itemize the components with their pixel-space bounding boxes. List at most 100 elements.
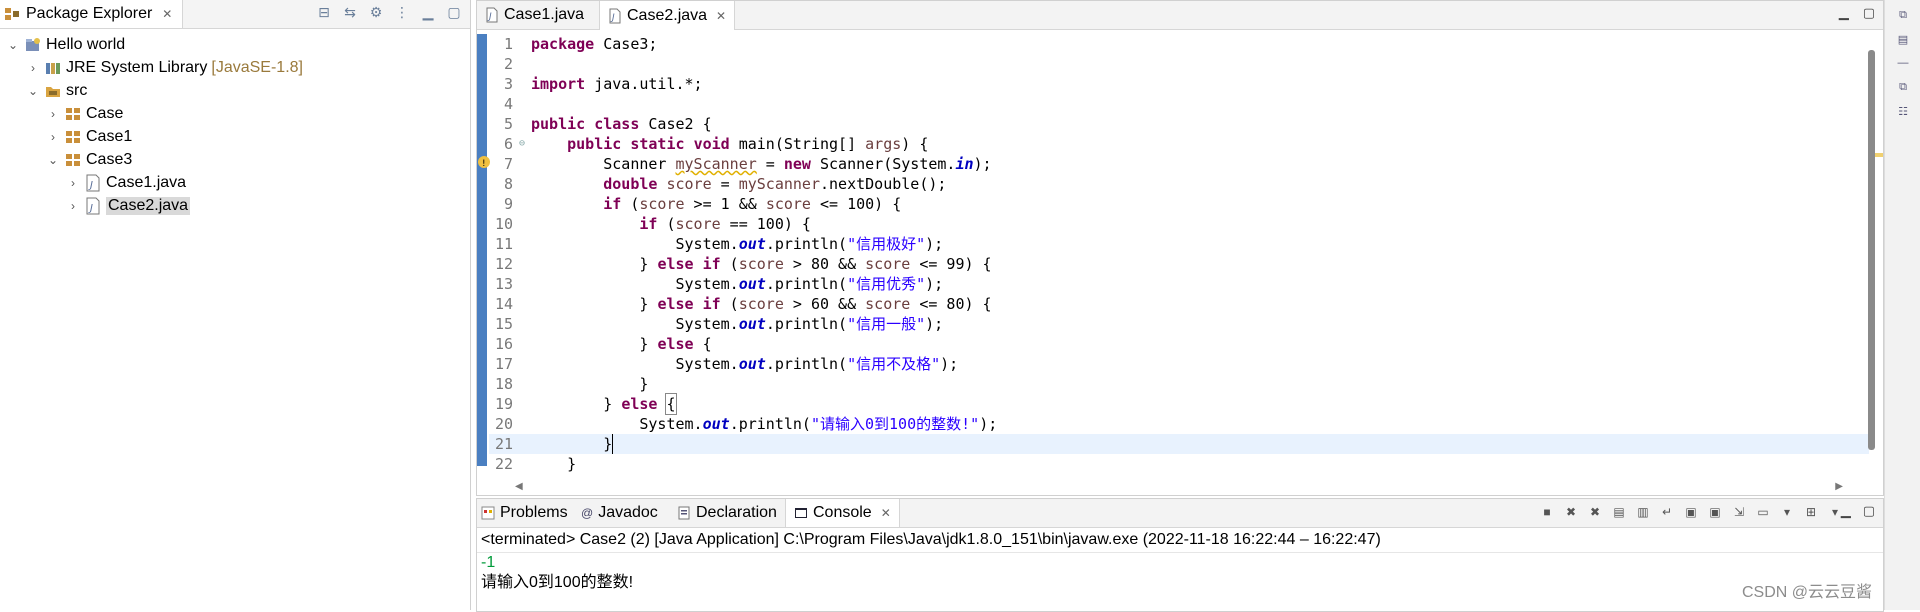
variable: score xyxy=(865,255,911,273)
display-console-icon[interactable]: ▭ xyxy=(1755,504,1771,520)
chevron-down-icon[interactable]: ⌄ xyxy=(6,38,20,52)
chevron-right-icon[interactable]: › xyxy=(66,199,80,213)
close-icon[interactable]: ✕ xyxy=(716,9,726,23)
view-toolbar: ⊟ ⇆ ⚙ ⋮ ▁ ▢ xyxy=(316,4,462,20)
close-icon[interactable]: ✕ xyxy=(881,506,891,520)
maximize-icon[interactable]: ▢ xyxy=(446,4,462,20)
code-text: System. xyxy=(675,315,739,333)
minimize-icon[interactable]: ▁ xyxy=(1841,503,1851,519)
code-text: } xyxy=(639,255,658,273)
line-number: 20 xyxy=(494,415,513,433)
tree-item-package-case[interactable]: › Case xyxy=(0,102,470,125)
tab-label: Case2.java xyxy=(627,6,708,24)
line-number: 15 xyxy=(494,315,513,333)
tab-label: Case1.java xyxy=(504,6,585,23)
tab-package-explorer[interactable]: Package Explorer ✕ xyxy=(0,0,184,28)
chevron-right-icon[interactable]: › xyxy=(26,61,40,75)
variable: myScanner xyxy=(738,175,820,193)
collapse-all-icon[interactable]: ⊟ xyxy=(316,4,332,20)
string-literal: "信用不及格" xyxy=(847,355,941,373)
tree-item-case1-java[interactable]: › J Case1.java xyxy=(0,171,470,194)
code-area[interactable]: ! 1 package Case3; 2 3 import java.util.*;… xyxy=(477,30,1883,495)
horizontal-scrollbar[interactable]: ◀ ▶ xyxy=(515,481,1843,495)
scroll-lock-icon[interactable]: ▥ xyxy=(1635,504,1651,520)
tree-item-jre-library[interactable]: › JRE System Library [JavaSE-1.8] xyxy=(0,56,470,79)
tab-case1-java[interactable]: J Case1.java xyxy=(477,1,592,29)
tree-item-case2-java[interactable]: › J Case2.java xyxy=(0,194,470,217)
line-number: 16 xyxy=(494,335,513,353)
chevron-down-icon[interactable]: ▾ xyxy=(1779,504,1795,520)
overview-ruler-warning[interactable] xyxy=(1875,153,1883,157)
tab-console[interactable]: Console ✕ xyxy=(785,499,900,527)
tree-item-decoration: [JavaSE-1.8] xyxy=(211,58,303,76)
code-line: 8 double score = myScanner .nextDouble(); xyxy=(489,174,1869,194)
fold-icon[interactable]: ⊖ xyxy=(519,134,531,154)
line-number: 22 xyxy=(494,455,513,473)
tab-label: Console xyxy=(813,504,872,521)
restore-icon[interactable]: ⧉ xyxy=(1893,78,1913,96)
tree-item-project[interactable]: ⌄ Hello world xyxy=(0,33,470,56)
filter-icon[interactable]: ⚙ xyxy=(368,4,384,20)
outline-icon[interactable]: ▤ xyxy=(1893,30,1913,48)
code-text: Scanner(System. xyxy=(810,155,956,173)
chevron-right-icon[interactable]: › xyxy=(46,107,60,121)
tab-javadoc[interactable]: @ Javadoc xyxy=(581,499,658,527)
tab-declaration[interactable]: Declaration xyxy=(677,499,777,527)
keyword: else if xyxy=(657,255,721,273)
view-menu-icon[interactable]: ⋮ xyxy=(394,4,410,20)
maximize-icon[interactable]: ▢ xyxy=(1863,5,1875,21)
tab-problems[interactable]: Problems xyxy=(481,499,568,527)
line-number: 19 xyxy=(494,395,513,413)
chevron-down-icon[interactable]: ⌄ xyxy=(46,153,60,167)
word-wrap-icon[interactable]: ↵ xyxy=(1659,504,1675,520)
static-field: out xyxy=(738,275,766,293)
tree-item-label: Case3 xyxy=(86,150,133,168)
vertical-scrollbar[interactable] xyxy=(1868,50,1875,450)
keyword: if xyxy=(639,215,658,233)
code-lines: 1 package Case3; 2 3 import java.util.*; 4… xyxy=(489,34,1869,474)
text-caret xyxy=(612,434,614,454)
task-list-icon[interactable]: ☷ xyxy=(1893,102,1913,120)
line-number: 18 xyxy=(494,375,513,393)
chevron-down-icon[interactable]: ⌄ xyxy=(26,84,40,98)
chevron-right-icon[interactable]: › xyxy=(46,130,60,144)
tree-item-package-case3[interactable]: ⌄ Case3 xyxy=(0,148,470,171)
clear-console-icon[interactable]: ▤ xyxy=(1611,504,1627,520)
matching-bracket: { xyxy=(665,393,677,415)
show-on-stdout-icon[interactable]: ▣ xyxy=(1683,504,1699,520)
maximize-icon[interactable]: ▢ xyxy=(1863,503,1875,519)
restore-icon[interactable]: ⧉ xyxy=(1893,6,1913,24)
terminate-icon[interactable]: ■ xyxy=(1539,504,1555,520)
minimize-icon[interactable]: ▁ xyxy=(420,4,436,20)
code-line: 1 package Case3; xyxy=(489,34,1869,54)
line-number: 17 xyxy=(494,355,513,373)
tree-item-package-case1[interactable]: › Case1 xyxy=(0,125,470,148)
minimize-icon[interactable]: ▁ xyxy=(1839,5,1849,21)
show-on-stderr-icon[interactable]: ▣ xyxy=(1707,504,1723,520)
scroll-left-icon[interactable]: ◀ xyxy=(515,481,523,492)
close-icon[interactable]: ✕ xyxy=(162,7,172,21)
console-toolbar: ■ ✖ ✖ ▤ ▥ ↵ ▣ ▣ ⇲ ▭ ▾ ⊞ ▾ xyxy=(1539,504,1843,520)
code-text: { xyxy=(693,335,712,353)
tab-case2-java[interactable]: J Case2.java ✕ xyxy=(599,1,736,30)
keyword: static xyxy=(630,135,685,153)
scroll-right-icon[interactable]: ▶ xyxy=(1835,481,1843,492)
link-with-editor-icon[interactable]: ⇆ xyxy=(342,4,358,20)
open-console-icon[interactable]: ⊞ xyxy=(1803,504,1819,520)
keyword: else xyxy=(621,395,658,413)
variable: score xyxy=(666,175,712,193)
pin-console-icon[interactable]: ⇲ xyxy=(1731,504,1747,520)
code-text: = xyxy=(711,175,739,193)
tree-item-src[interactable]: ⌄ src xyxy=(0,79,470,102)
remove-launch-icon[interactable]: ✖ xyxy=(1563,504,1579,520)
chevron-right-icon[interactable]: › xyxy=(66,176,80,190)
line-number: 11 xyxy=(494,235,513,253)
tab-label: Javadoc xyxy=(598,504,658,521)
package-explorer-view: Package Explorer ✕ ⊟ ⇆ ⚙ ⋮ ▁ ▢ ⌄ Hello w… xyxy=(0,0,471,610)
code-text: ( xyxy=(657,215,676,233)
tree-item-label: Case1.java xyxy=(106,173,187,191)
remove-all-terminated-icon[interactable]: ✖ xyxy=(1587,504,1603,520)
javadoc-icon: @ xyxy=(581,506,594,520)
line-number: 13 xyxy=(494,275,513,293)
watermark: CSDN @云云豆酱 xyxy=(1741,584,1872,601)
